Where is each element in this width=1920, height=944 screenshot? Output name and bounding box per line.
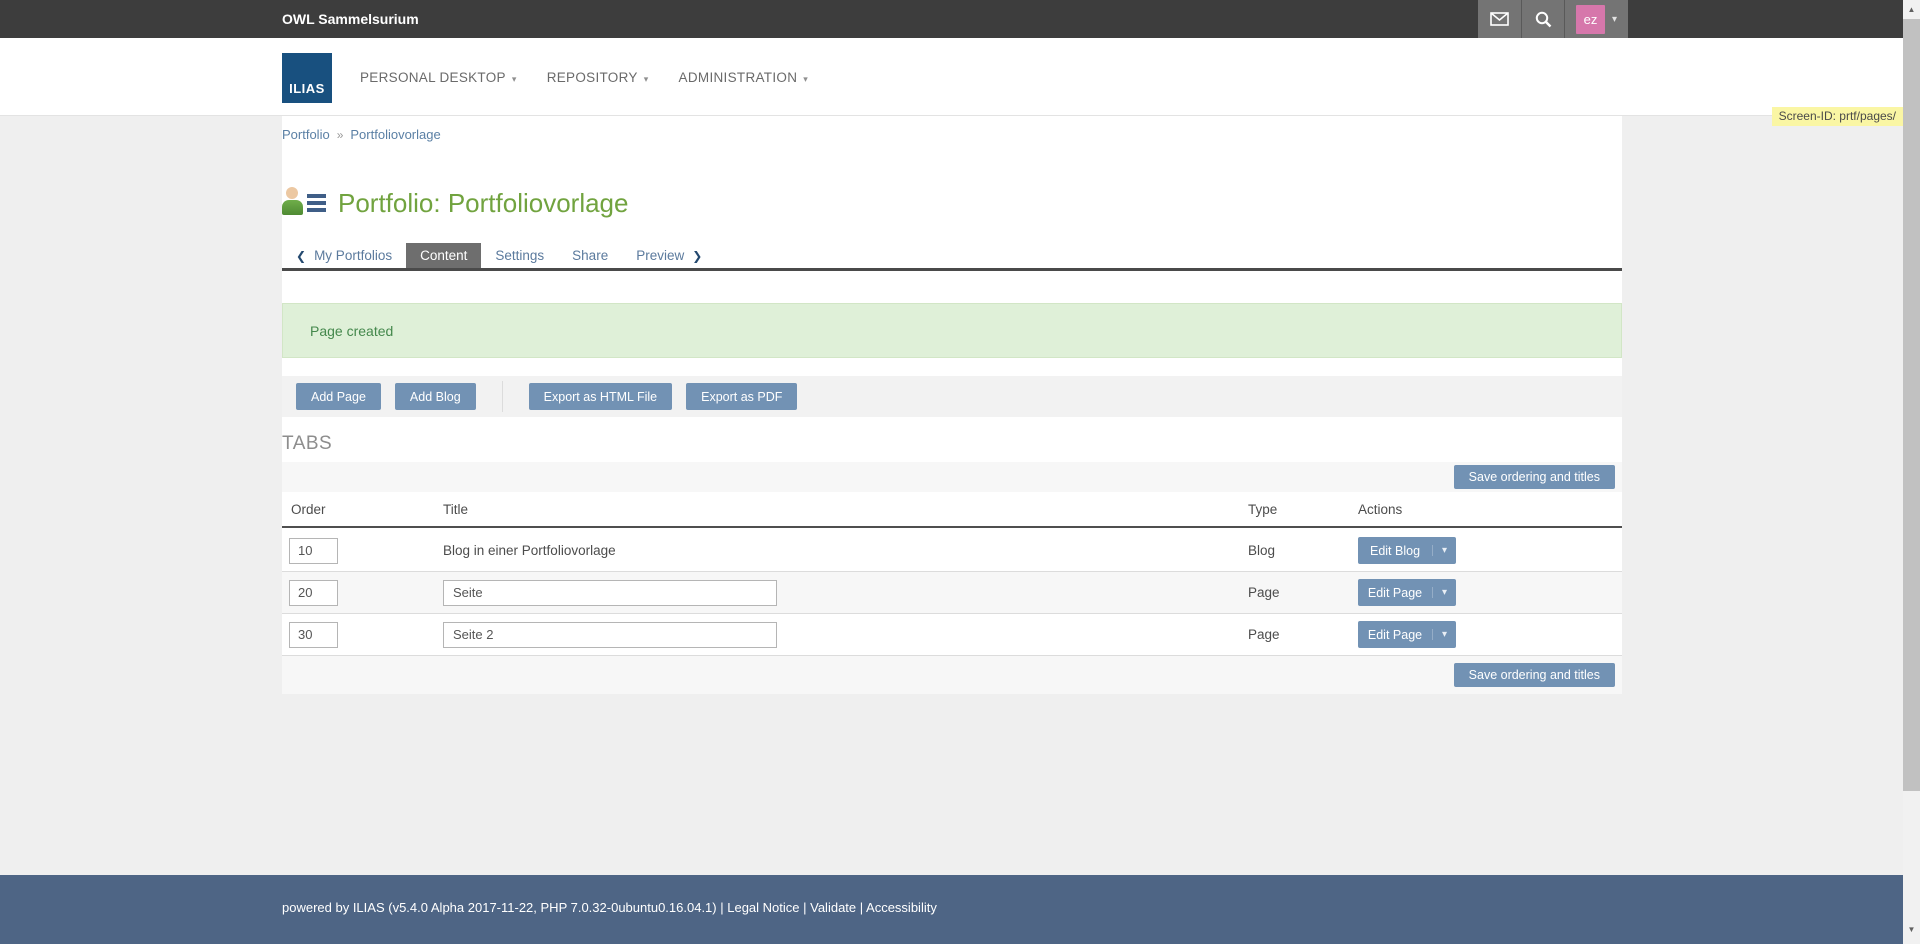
breadcrumb-separator: » (330, 128, 351, 142)
scroll-up-icon[interactable]: ▲ (1903, 1, 1920, 17)
chevron-right-icon: ❯ (692, 249, 702, 263)
tab-bar: ❮ My Portfolios ContentSettingsShare Pre… (282, 243, 1622, 271)
table-body: Blog in einer Portfoliovorlage BlogEdit B… (282, 530, 1622, 656)
nav-item-personal-desktop[interactable]: PERSONAL DESKTOP▾ (360, 70, 517, 85)
tab-settings[interactable]: Settings (481, 243, 558, 268)
ilias-logo-label: ILIAS (289, 81, 325, 96)
footer: powered by ILIAS (v5.4.0 Alpha 2017-11-2… (0, 875, 1903, 944)
user-menu-button[interactable]: ez ▾ (1564, 0, 1628, 38)
title-input[interactable] (443, 622, 777, 648)
add-blog-button[interactable]: Add Blog (395, 383, 476, 410)
tab-items: ContentSettingsShare (406, 243, 622, 268)
validate-link[interactable]: Validate (810, 900, 856, 915)
mail-button[interactable] (1478, 0, 1521, 38)
content-column: Portfolio»Portfoliovorlage Portfolio: Po… (282, 116, 1622, 692)
tab-content[interactable]: Content (406, 243, 481, 268)
table-command-row-top: Save ordering and titles (282, 462, 1622, 492)
title-input[interactable] (443, 580, 777, 606)
export-as-pdf-button[interactable]: Export as PDF (686, 383, 797, 410)
accessibility-link[interactable]: Accessibility (866, 900, 937, 915)
breadcrumb: Portfolio»Portfoliovorlage (282, 127, 441, 142)
page: OWL Sammelsurium ez (0, 0, 1920, 944)
table-section-title: TABS (282, 433, 332, 455)
column-header-title: Title (443, 502, 1248, 517)
caret-down-icon: ▾ (1432, 587, 1456, 598)
legal-notice-link[interactable]: Legal Notice (727, 900, 799, 915)
main-nav: PERSONAL DESKTOP▾ REPOSITORY▾ ADMINISTRATI… (360, 38, 808, 116)
table-command-row-bottom: Save ordering and titles (282, 656, 1622, 694)
type-text: Page (1248, 585, 1358, 600)
toolbar-separator (502, 381, 503, 412)
toolbar: Add Page Add Blog Export as HTML File Expor… (282, 376, 1622, 417)
search-button[interactable] (1521, 0, 1564, 38)
table-row: PageEdit Page▾ (282, 614, 1622, 656)
chevron-left-icon: ❮ (296, 249, 306, 263)
top-bar: OWL Sammelsurium ez (0, 0, 1903, 38)
screen-id-badge: Screen-ID: prtf/pages/ (1772, 107, 1903, 126)
caret-down-icon: ▾ (1612, 14, 1617, 25)
page-title: Portfolio: Portfoliovorlage (338, 188, 628, 219)
save-ordering-button-top[interactable]: Save ordering and titles (1454, 465, 1615, 489)
caret-down-icon: ▾ (803, 74, 808, 84)
column-header-type: Type (1248, 502, 1358, 517)
table-row: Blog in einer Portfoliovorlage BlogEdit B… (282, 530, 1622, 572)
success-message-text: Page created (310, 323, 393, 339)
caret-down-icon: ▾ (1432, 545, 1456, 556)
mail-icon (1490, 12, 1509, 26)
column-header-actions: Actions (1358, 502, 1622, 517)
edit-blog-dropdown-button[interactable]: Edit Blog▾ (1358, 537, 1456, 564)
order-input[interactable] (289, 580, 338, 606)
export-as-html-file-button[interactable]: Export as HTML File (529, 383, 672, 410)
tab-share[interactable]: Share (558, 243, 622, 268)
topbar-actions: ez ▾ (1478, 0, 1628, 38)
client-title: OWL Sammelsurium (282, 0, 419, 38)
caret-down-icon: ▾ (1432, 629, 1456, 640)
type-text: Blog (1248, 543, 1358, 558)
save-ordering-button-bottom[interactable]: Save ordering and titles (1454, 663, 1615, 687)
breadcrumb-link-portfoliovorlage[interactable]: Portfoliovorlage (350, 127, 440, 142)
type-text: Page (1248, 627, 1358, 642)
page-title-row: Portfolio: Portfoliovorlage (282, 186, 628, 220)
tab-forward-preview[interactable]: Preview ❯ (622, 243, 716, 268)
tab-back-my-portfolios[interactable]: ❮ My Portfolios (282, 243, 406, 268)
edit-page-dropdown-button[interactable]: Edit Page▾ (1358, 579, 1456, 606)
header: ILIAS PERSONAL DESKTOP▾ REPOSITORY▾ ADMINI… (0, 38, 1903, 116)
table-header: Order Title Type Actions (282, 492, 1622, 528)
order-input[interactable] (289, 538, 338, 564)
caret-down-icon: ▾ (512, 74, 517, 84)
nav-item-repository[interactable]: REPOSITORY▾ (547, 70, 649, 85)
column-header-order: Order (282, 502, 443, 517)
table-row: PageEdit Page▾ (282, 572, 1622, 614)
footer-version: (v5.4.0 Alpha 2017-11-22, PHP 7.0.32-0ub… (388, 900, 727, 915)
footer-text: powered by ILIAS (v5.4.0 Alpha 2017-11-2… (282, 900, 937, 915)
caret-down-icon: ▾ (644, 74, 649, 84)
scroll-down-icon[interactable]: ▼ (1903, 921, 1920, 937)
ilias-logo[interactable]: ILIAS (282, 53, 332, 103)
scrollbar-thumb[interactable] (1903, 19, 1920, 791)
user-avatar: ez (1576, 5, 1605, 34)
add-page-button[interactable]: Add Page (296, 383, 381, 410)
breadcrumb-link-portfolio[interactable]: Portfolio (282, 127, 330, 142)
search-icon (1534, 10, 1552, 28)
vertical-scrollbar[interactable]: ▲ ▼ (1903, 0, 1920, 944)
title-text: Blog in einer Portfoliovorlage (443, 543, 616, 558)
powered-by-ilias-link[interactable]: powered by ILIAS (282, 900, 385, 915)
nav-item-administration[interactable]: ADMINISTRATION▾ (679, 70, 809, 85)
success-message: Page created (282, 303, 1622, 358)
edit-page-dropdown-button[interactable]: Edit Page▾ (1358, 621, 1456, 648)
portfolio-icon (282, 186, 326, 220)
footer-links: Legal Notice | Validate | Accessibility (727, 900, 937, 915)
order-input[interactable] (289, 622, 338, 648)
